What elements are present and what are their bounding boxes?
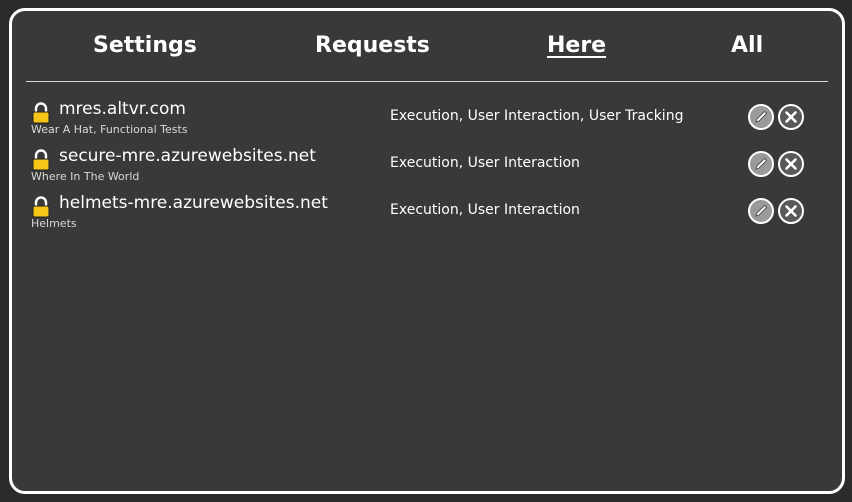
edit-button[interactable] <box>748 104 774 130</box>
tab-requests[interactable]: Requests <box>315 33 430 58</box>
edit-button[interactable] <box>748 151 774 177</box>
remove-button[interactable] <box>778 104 804 130</box>
close-icon <box>785 111 797 123</box>
lock-icon <box>31 102 51 124</box>
pencil-icon <box>755 110 768 123</box>
site-row: helmets-mre.azurewebsites.net Helmets Ex… <box>29 193 819 238</box>
pencil-icon <box>755 157 768 170</box>
edit-button[interactable] <box>748 198 774 224</box>
remove-button[interactable] <box>778 151 804 177</box>
close-icon <box>785 205 797 217</box>
tab-here[interactable]: Here <box>547 33 606 58</box>
close-icon <box>785 158 797 170</box>
site-apps: Helmets <box>31 217 77 230</box>
site-apps: Wear A Hat, Functional Tests <box>31 123 188 136</box>
site-host: mres.altvr.com <box>59 99 186 119</box>
pencil-icon <box>755 204 768 217</box>
tab-all[interactable]: All <box>731 33 763 58</box>
permissions-panel: Settings Requests Here All mres.altvr.co… <box>9 8 845 494</box>
site-permissions: Execution, User Interaction <box>390 155 580 171</box>
site-host: secure-mre.azurewebsites.net <box>59 146 316 166</box>
site-permissions: Execution, User Interaction, User Tracki… <box>390 108 684 124</box>
site-row: mres.altvr.com Wear A Hat, Functional Te… <box>29 99 819 144</box>
lock-icon <box>31 149 51 171</box>
site-row: secure-mre.azurewebsites.net Where In Th… <box>29 146 819 191</box>
lock-icon <box>31 196 51 218</box>
tab-divider <box>26 81 828 82</box>
site-host: helmets-mre.azurewebsites.net <box>59 193 328 213</box>
site-permissions: Execution, User Interaction <box>390 202 580 218</box>
tab-settings[interactable]: Settings <box>93 33 197 58</box>
remove-button[interactable] <box>778 198 804 224</box>
site-apps: Where In The World <box>31 170 140 183</box>
